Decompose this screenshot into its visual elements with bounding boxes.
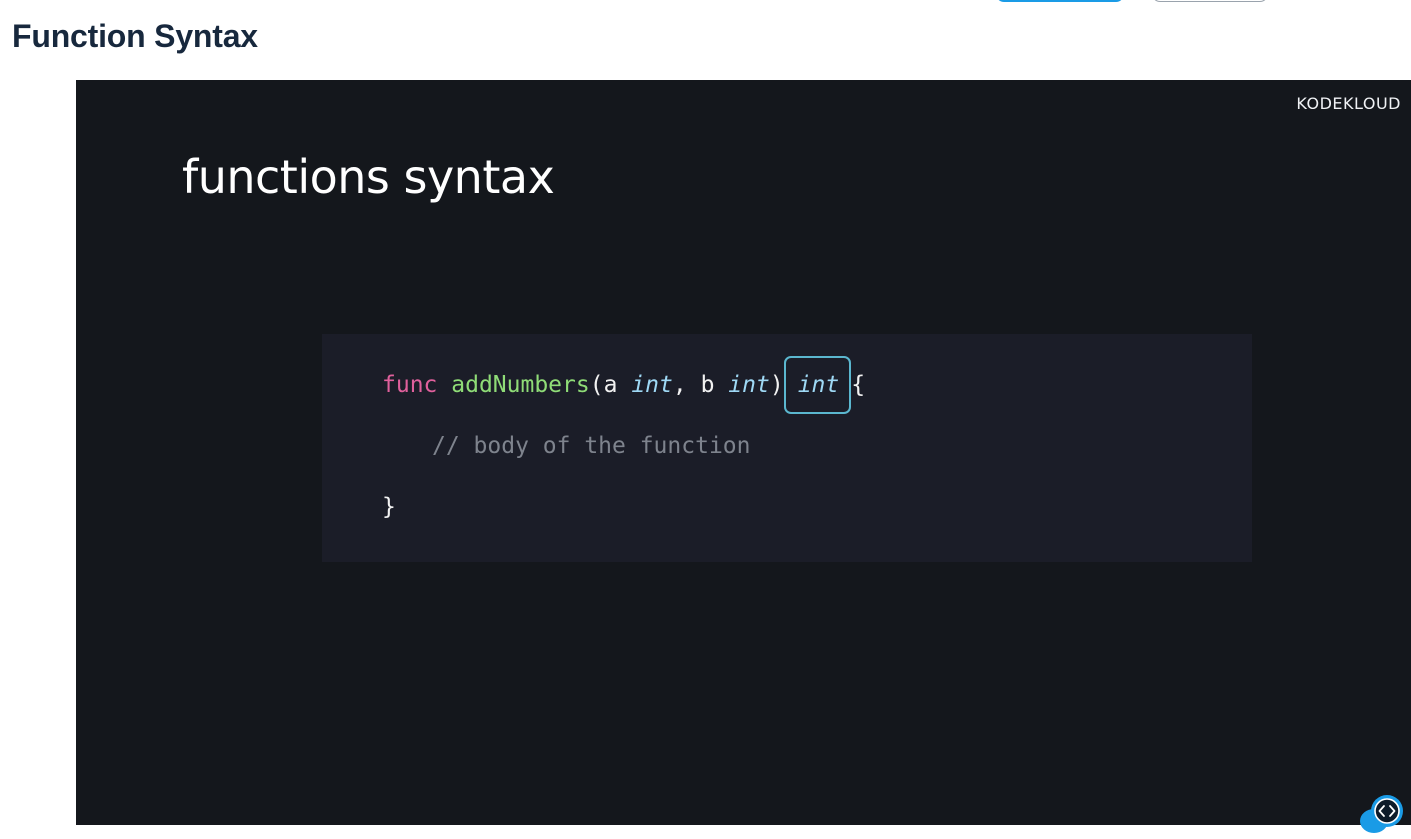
slide-title: functions syntax (182, 150, 555, 204)
code-comment: // body of the function (432, 433, 751, 459)
code-keyword: func (382, 372, 438, 398)
code-comma: , (672, 372, 701, 398)
code-embed-button[interactable] (1360, 794, 1410, 834)
page-title: Function Syntax (12, 18, 258, 54)
brand-logo: KODEKLOUD (1296, 94, 1401, 113)
code-block: func addNumbers(a int, b int) int{ // bod… (322, 334, 1252, 562)
code-embed-icon (1360, 795, 1403, 833)
code-open-brace: { (851, 372, 866, 398)
code-function-name: addNumbers (451, 372, 590, 398)
code-open-paren: ( (589, 372, 604, 398)
top-secondary-button[interactable] (1152, 0, 1268, 2)
code-return-type-highlight: int (783, 356, 852, 414)
code-type-a: int (631, 372, 673, 398)
video-player[interactable]: KODEKLOUD functions syntax func addNumbe… (76, 80, 1411, 825)
code-type-b: int (728, 372, 770, 398)
code-close-paren: ) (769, 372, 784, 398)
top-primary-button[interactable] (996, 0, 1124, 2)
code-param-a: a (603, 372, 618, 398)
code-param-b: b (700, 372, 715, 398)
code-close-brace: } (382, 494, 396, 520)
code-line-signature: func addNumbers(a int, b int) int{ (382, 356, 866, 414)
